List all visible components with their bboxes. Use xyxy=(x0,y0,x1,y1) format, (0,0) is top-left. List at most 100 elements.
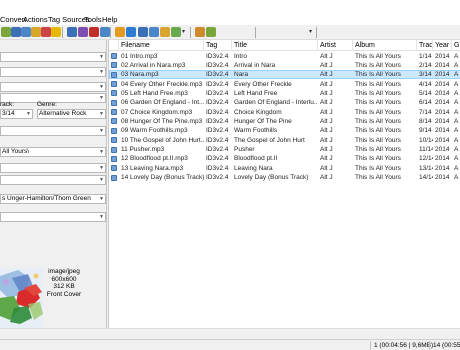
save-icon[interactable] xyxy=(11,27,21,37)
chevron-down-icon[interactable]: ▼ xyxy=(99,83,104,91)
tag-to-tag-icon[interactable] xyxy=(100,27,110,37)
audio-file-icon xyxy=(111,53,117,59)
tools-icon[interactable] xyxy=(206,27,216,37)
chevron-down-icon[interactable]: ▼ xyxy=(99,213,104,221)
cell-filename: 05 Left Hand Free.mp3 xyxy=(121,89,188,97)
chevron-down-icon[interactable]: ▼ xyxy=(99,53,104,61)
filename-to-tag-icon[interactable] xyxy=(78,27,88,37)
tag-to-filename-icon[interactable] xyxy=(67,27,77,37)
freedb-icon[interactable] xyxy=(195,27,205,37)
table-row[interactable]: 04 Every Other Freckle.mp3 ID3v2.4 Every O… xyxy=(109,80,460,89)
cell-tag: ID3v2.4 xyxy=(206,164,229,172)
image-icon[interactable] xyxy=(51,27,61,37)
audio-file-icon xyxy=(111,99,117,106)
chevron-down-icon[interactable]: ▼ xyxy=(99,68,104,76)
cell-tag: ID3v2.4 xyxy=(206,80,229,88)
export-icon[interactable] xyxy=(160,27,170,37)
composer-field[interactable]: s Unger-Hamilton/Thom Green ▼ xyxy=(0,194,106,204)
track-field[interactable]: 3/14 ▼ xyxy=(0,109,33,119)
column-icon[interactable] xyxy=(109,40,119,51)
cell-album: This Is All Yours xyxy=(355,61,401,69)
cell-artist: Alt J xyxy=(320,61,333,69)
cell-title: Nara xyxy=(234,71,249,79)
text-file-icon[interactable] xyxy=(138,27,148,37)
audio-file-icon xyxy=(111,90,117,97)
remove-tag-icon[interactable] xyxy=(21,27,31,37)
cell-artist: Alt J xyxy=(320,80,333,88)
tag-field-7[interactable]: ▼ xyxy=(0,212,106,222)
tag-field-2[interactable]: ▼ xyxy=(0,67,106,77)
column-artist[interactable]: Artist xyxy=(318,40,353,51)
table-row[interactable]: 06 Garden Of England - Int... ID3v2.4 Gard… xyxy=(109,98,460,107)
cell-year: 2014 xyxy=(435,155,450,163)
column-filename[interactable]: Filename xyxy=(119,40,204,51)
table-row[interactable]: 05 Left Hand Free.mp3 ID3v2.4 Left Hand Fr… xyxy=(109,89,460,98)
menu-help[interactable]: Help xyxy=(102,15,117,25)
tag-field-6[interactable]: ▼ xyxy=(0,175,106,185)
table-row[interactable]: 12 Bloodflood pt.II.mp3 ID3v2.4 Bloodflood… xyxy=(109,154,460,163)
cell-tag: ID3v2.4 xyxy=(206,136,229,144)
genre-label: Genre: xyxy=(37,101,57,108)
chevron-down-icon[interactable]: ▼ xyxy=(99,195,104,203)
table-row[interactable]: 03 Nara.mp3 ID3v2.4 Nara Alt J This Is All Y… xyxy=(109,70,460,80)
table-row[interactable]: 09 Warm Foothills.mp3 ID3v2.4 Warm Foothil… xyxy=(109,126,460,135)
table-row[interactable]: 10 The Gospel of John Hurt... ID3v2.4 The … xyxy=(109,136,460,145)
playlist-icon[interactable] xyxy=(149,27,159,37)
audio-file-icon xyxy=(111,109,117,116)
table-row[interactable]: 14 Lovely Day (Bonus Track)... ID3v2.4 Lov… xyxy=(109,173,460,182)
table-row[interactable]: 07 Choice Kingdom.mp3 ID3v2.4 Choice Kingd… xyxy=(109,108,460,117)
table-row[interactable]: 02 Arrival in Nara.mp3 ID3v2.4 Arrival in … xyxy=(109,61,460,70)
folder-to-tag-icon[interactable] xyxy=(89,27,99,37)
chevron-down-icon[interactable]: ▼ xyxy=(99,164,104,172)
chevron-down-icon[interactable]: ▾ xyxy=(182,27,185,37)
table-row[interactable]: 08 Hunger Of The Pine.mp3 ID3v2.4 Hunger O… xyxy=(109,117,460,126)
menu-actions[interactable]: Actions xyxy=(23,15,48,25)
cell-genre: A xyxy=(454,71,459,79)
cell-filename: 10 The Gospel of John Hurt... xyxy=(121,136,204,144)
chevron-down-icon[interactable]: ▼ xyxy=(99,110,104,118)
cell-year: 2014 xyxy=(435,52,450,60)
chevron-down-icon[interactable]: ▾ xyxy=(309,27,312,37)
tag-field-1[interactable]: ▼ xyxy=(0,52,106,62)
column-track[interactable]: Track xyxy=(417,40,433,51)
cell-genre: A xyxy=(454,80,459,88)
format-icon[interactable] xyxy=(115,27,125,37)
chevron-down-icon[interactable]: ▼ xyxy=(26,110,31,118)
web-source-icon[interactable] xyxy=(171,27,181,37)
open-folder-icon[interactable] xyxy=(1,27,11,37)
cell-title: Intro xyxy=(234,52,248,60)
chevron-down-icon[interactable]: ▼ xyxy=(99,176,104,184)
column-tag[interactable]: Tag xyxy=(204,40,232,51)
tag-field-5[interactable]: ▼ xyxy=(0,163,106,173)
cover-art-image[interactable] xyxy=(0,268,43,328)
chevron-down-icon[interactable]: ▼ xyxy=(99,127,104,135)
cell-artist: Alt J xyxy=(320,146,333,153)
cell-title: Warm Foothills xyxy=(234,127,278,135)
genre-field[interactable]: Alternative Rock ▼ xyxy=(37,109,106,119)
cover-art-bytes: 312 KB xyxy=(53,283,75,290)
cell-track: 10/14 xyxy=(419,136,433,144)
case-conversion-icon[interactable] xyxy=(126,27,136,37)
table-row[interactable]: 13 Leaving Nara.mp3 ID3v2.4 Leaving Nara Al… xyxy=(109,164,460,173)
table-row[interactable]: 01 Intro.mp3 ID3v2.4 Intro Alt J This Is All… xyxy=(109,52,460,61)
cell-artist: Alt J xyxy=(320,155,333,163)
cell-year: 2014 xyxy=(435,89,450,97)
column-album[interactable]: Album xyxy=(353,40,417,51)
comment-field[interactable]: ▼ xyxy=(0,126,106,136)
folder-icon[interactable] xyxy=(31,27,41,37)
column-title[interactable]: Title xyxy=(232,40,318,51)
chevron-down-icon[interactable]: ▼ xyxy=(99,148,104,156)
cell-filename: 08 Hunger Of The Pine.mp3 xyxy=(121,117,203,125)
chevron-down-icon[interactable]: ▼ xyxy=(99,94,104,102)
table-row[interactable]: 11 Pusher.mp3 ID3v2.4 Pusher Alt J This Is A… xyxy=(109,145,460,154)
favorite-star-icon[interactable] xyxy=(41,27,51,37)
column-genre[interactable]: G xyxy=(452,40,460,51)
menu-tools[interactable]: Tools xyxy=(84,15,102,25)
directory-field[interactable]: All Yours\ ▼ xyxy=(0,147,106,157)
cell-album: This Is All Yours xyxy=(355,164,401,172)
cell-track: 9/14 xyxy=(419,127,432,135)
cell-track: 2/14 xyxy=(419,61,432,69)
tag-field-3[interactable]: ▼ xyxy=(0,82,106,92)
status-divider xyxy=(429,341,430,350)
column-year[interactable]: Year xyxy=(433,40,452,51)
